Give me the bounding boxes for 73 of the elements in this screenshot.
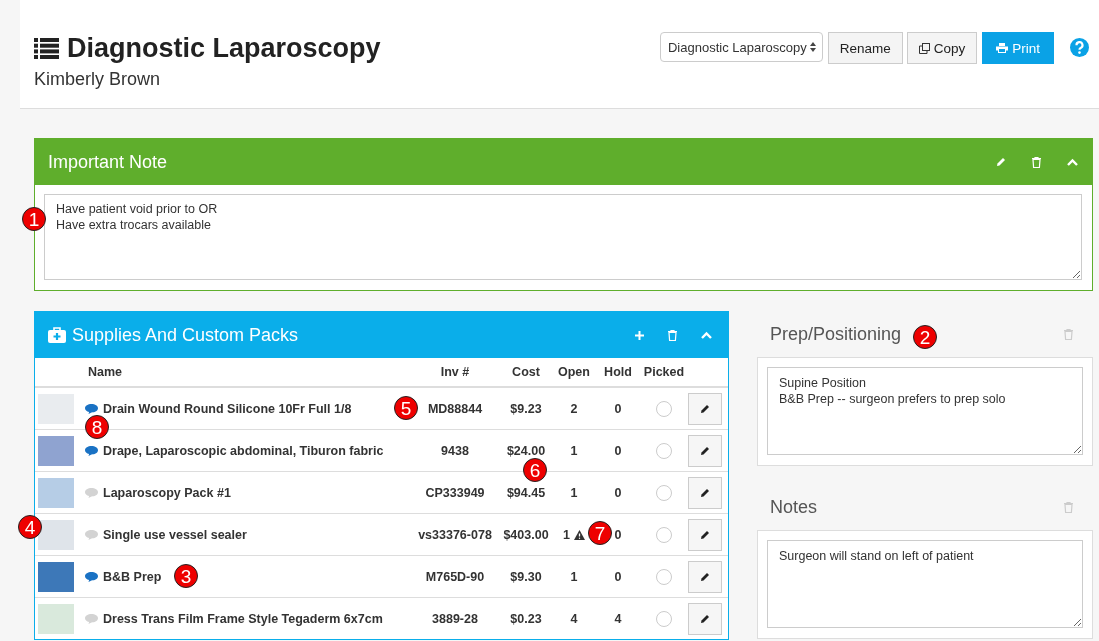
page-title: Diagnostic Laparoscopy <box>67 32 381 64</box>
product-photo <box>38 435 74 466</box>
help-icon[interactable] <box>1070 38 1089 57</box>
callout-number: 1 <box>22 207 46 231</box>
comment-icon[interactable] <box>85 571 98 582</box>
printer-icon <box>996 43 1009 53</box>
open-count: 4 <box>570 611 578 626</box>
pencil-icon[interactable] <box>700 529 710 540</box>
pencil-icon[interactable] <box>700 613 710 624</box>
comment-icon[interactable] <box>85 445 98 456</box>
inventory-number: vs33376-078 <box>418 527 492 542</box>
copy-icon <box>918 42 930 54</box>
trash-icon[interactable] <box>1064 501 1073 513</box>
open-count: 1 <box>570 485 578 500</box>
panel-title: Important Note <box>48 151 169 173</box>
product-photo <box>38 603 74 634</box>
note-text-field[interactable]: Surgeon will stand on left of patient <box>767 540 1083 628</box>
open-count: 1 <box>570 569 578 584</box>
hold-count: 0 <box>596 471 640 514</box>
section-title: Prep/Positioning <box>770 323 902 345</box>
item-name: Drape, Laparoscopic abdominal, Tiburon fabric <box>103 443 384 458</box>
panel-title: Supplies And Custom Packs <box>72 324 300 346</box>
item-name: Laparoscopy Pack #1 <box>103 485 231 500</box>
medical-kit-icon <box>48 327 66 343</box>
product-photo <box>38 561 74 592</box>
pencil-icon[interactable] <box>700 445 710 456</box>
pencil-icon[interactable] <box>700 487 710 498</box>
hold-count: 0 <box>596 555 640 598</box>
item-cost: $9.23 <box>500 387 552 430</box>
plus-icon[interactable] <box>635 330 644 340</box>
product-photo <box>38 519 74 550</box>
list-icon <box>34 37 59 59</box>
column-header: Hold <box>596 358 640 387</box>
inventory-number: CP333949 <box>425 485 485 500</box>
pencil-icon[interactable] <box>700 571 710 582</box>
item-name: B&B Prep <box>103 569 162 584</box>
inventory-number: 9438 <box>441 443 469 458</box>
copy-button[interactable]: Copy <box>906 32 978 64</box>
hold-count: 4 <box>596 597 640 639</box>
inventory-number: 3889-28 <box>432 611 478 626</box>
hold-count: 0 <box>596 387 640 430</box>
item-name: Single use vessel sealer <box>103 527 247 542</box>
pencil-icon[interactable] <box>700 403 710 414</box>
inventory-number: M765D-90 <box>425 569 485 584</box>
item-name: Drain Wound Round Silicone 10Fr Full 1/8 <box>103 401 352 416</box>
open-count: 1 <box>563 527 570 542</box>
item-cost: $9.30 <box>500 555 552 598</box>
rename-button[interactable]: Rename <box>827 32 903 64</box>
open-count: 2 <box>570 401 578 416</box>
note-text-field[interactable]: Have patient void prior to OR Have extra trocars available <box>44 194 1082 280</box>
patient-name: Kimberly Brown <box>34 69 161 90</box>
product-photo <box>38 477 74 508</box>
section-title: Notes <box>770 496 818 518</box>
inventory-number: MD88844 <box>427 401 483 416</box>
up-down-arrows-icon <box>809 42 816 52</box>
column-header: Picked <box>640 358 688 387</box>
hold-count: 0 <box>596 429 640 472</box>
collapse-icon[interactable] <box>701 331 712 339</box>
open-count: 1 <box>570 443 578 458</box>
column-header: Name <box>35 358 410 387</box>
collapse-icon[interactable] <box>1067 158 1078 166</box>
item-name: Dress Trans Film Frame Style Tegaderm 6x7cm <box>103 611 383 626</box>
procedure-select[interactable]: Diagnostic Laparoscopy <box>659 32 823 62</box>
comment-icon[interactable] <box>85 403 98 414</box>
trash-icon[interactable] <box>1064 328 1073 340</box>
callout-number: 4 <box>18 515 42 539</box>
callout-number: 2 <box>913 325 937 349</box>
item-cost: $403.00 <box>500 513 552 556</box>
note-text-field[interactable]: Supine Position B&B Prep -- surgeon prefers to prep solo <box>767 367 1083 455</box>
item-cost: $0.23 <box>500 597 552 639</box>
column-header: Open <box>552 358 596 387</box>
column-header: Cost <box>500 358 552 387</box>
column-header: Inv # <box>410 358 500 387</box>
